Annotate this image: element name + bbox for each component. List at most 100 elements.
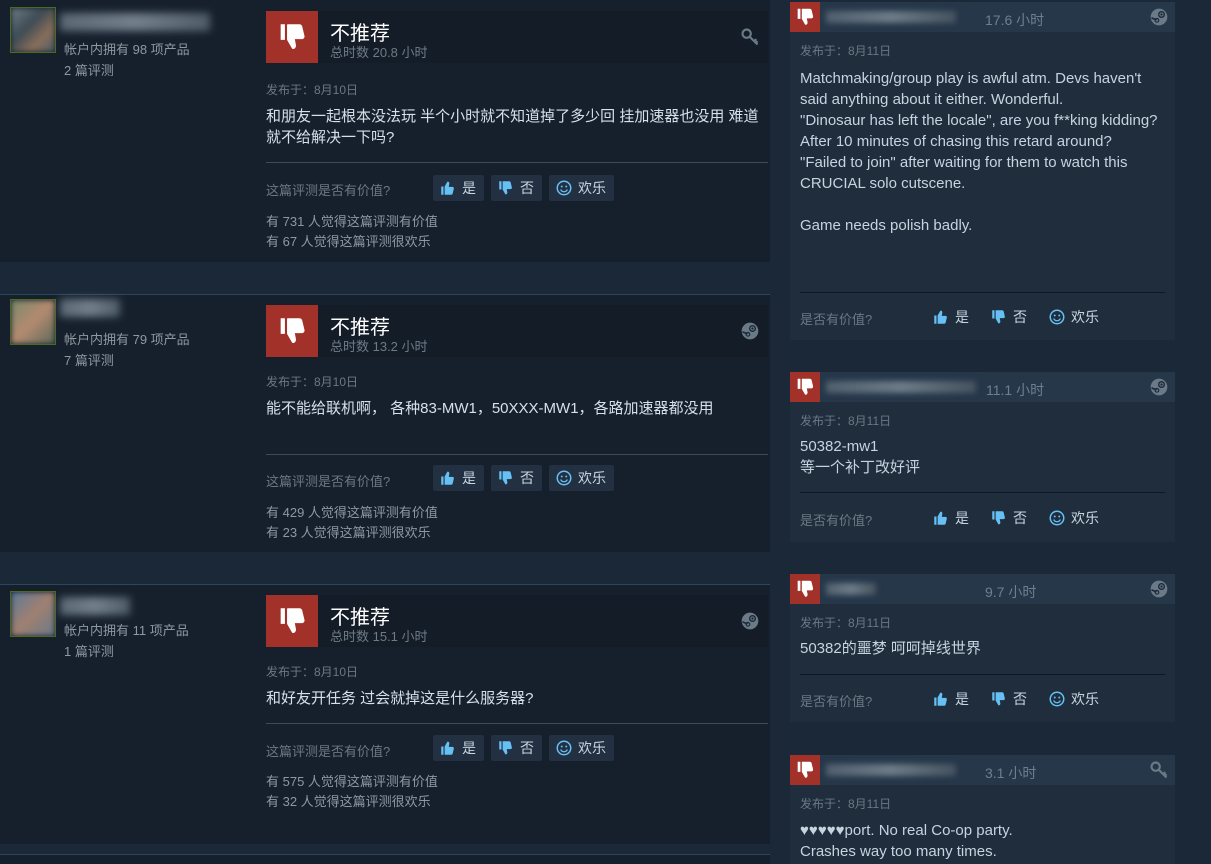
thumbs-down-icon	[990, 509, 1008, 527]
steam-icon	[740, 321, 760, 341]
reviewer-name[interactable]	[826, 381, 976, 393]
thumbs-up-icon	[439, 179, 457, 197]
vote-yes-button[interactable]: 是	[433, 465, 484, 491]
vote-funny-button[interactable]: 欢乐	[549, 465, 614, 491]
smiley-icon	[1048, 509, 1066, 527]
vote-funny-button[interactable]: 欢乐	[1048, 307, 1099, 327]
vote-no-button[interactable]: 否	[990, 689, 1027, 709]
hours-played: 3.1 小时	[985, 765, 1037, 781]
steam-icon	[1149, 579, 1169, 599]
posted-date: 发布于：8月11日	[800, 414, 892, 428]
hours-played: 17.6 小时	[985, 12, 1045, 28]
helpful-question: 这篇评测是否有价值?	[266, 474, 391, 489]
vote-counts: 有 575 人觉得这篇评测有价值 有 32 人觉得这篇评测很欢乐	[266, 772, 438, 812]
avatar[interactable]	[10, 7, 56, 53]
vote-no-label: 否	[520, 470, 534, 486]
vote-no-label: 否	[1013, 309, 1027, 325]
thumbs-down-icon	[497, 179, 515, 197]
vote-no-button[interactable]: 否	[491, 175, 542, 201]
review-header[interactable]: 11.1 小时	[790, 372, 1175, 402]
vote-yes-label: 是	[955, 691, 969, 707]
thumbs-down-icon	[266, 305, 318, 357]
vote-funny-button[interactable]: 欢乐	[549, 175, 614, 201]
vote-funny-label: 欢乐	[578, 470, 606, 486]
reviewer-name[interactable]	[826, 583, 876, 595]
posted-date: 发布于：8月10日	[266, 83, 359, 97]
review-card: 3.1 小时 发布于：8月11日 ♥♥♥♥♥port. No real Co-o…	[790, 755, 1175, 864]
review-text: 和好友开任务 过会就掉这是什么服务器?	[266, 690, 534, 707]
review-line: ♥♥♥♥♥port. No real Co-op party.	[800, 822, 1013, 839]
vote-funny-button[interactable]: 欢乐	[1048, 689, 1099, 709]
review-card: 帐户内拥有 11 项产品 1 篇评测 不推荐 总时数 15.1 小时 发布于：8…	[0, 584, 770, 844]
vote-yes-button[interactable]: 是	[932, 689, 969, 709]
review-count[interactable]: 2 篇评测	[64, 60, 114, 79]
vote-yes-button[interactable]: 是	[433, 735, 484, 761]
review-header[interactable]: 不推荐 总时数 20.8 小时	[266, 11, 768, 63]
review-text: 50382的噩梦 呵呵掉线世界	[800, 638, 1170, 659]
hours-played: 11.1 小时	[986, 382, 1045, 398]
vote-funny-button[interactable]: 欢乐	[549, 735, 614, 761]
reviewer-name[interactable]	[826, 11, 956, 23]
key-icon	[740, 27, 760, 47]
review-header[interactable]: 17.6 小时	[790, 2, 1175, 32]
thumbs-down-icon	[266, 595, 318, 647]
key-icon	[1149, 760, 1169, 780]
hours-played: 总时数 13.2 小时	[330, 339, 428, 354]
reviewer-name[interactable]	[60, 597, 130, 615]
smiley-icon	[1048, 690, 1066, 708]
review-header[interactable]: 不推荐 总时数 15.1 小时	[266, 595, 768, 647]
review-header[interactable]: 不推荐 总时数 13.2 小时	[266, 305, 768, 357]
helpful-count: 有 731 人觉得这篇评测有价值	[266, 214, 438, 229]
helpful-question: 这篇评测是否有价值?	[266, 183, 391, 198]
review-line: "Dinosaur has left the locale", are you …	[800, 112, 1158, 150]
thumbs-down-icon	[990, 690, 1008, 708]
thumbs-up-icon	[439, 739, 457, 757]
vote-no-button[interactable]: 否	[990, 508, 1027, 528]
review-count[interactable]: 7 篇评测	[64, 350, 114, 369]
review-count[interactable]: 1 篇评测	[64, 641, 114, 660]
divider	[266, 454, 768, 455]
thumbs-up-icon	[932, 308, 950, 326]
review-list-left: 帐户内拥有 98 项产品 2 篇评测 不推荐 总时数 20.8 小时 发布于：8…	[0, 0, 770, 864]
vote-funny-label: 欢乐	[1071, 691, 1099, 707]
vote-yes-button[interactable]: 是	[932, 508, 969, 528]
thumbs-down-icon	[790, 755, 820, 785]
posted-date: 发布于：8月11日	[800, 797, 892, 811]
divider	[266, 723, 768, 724]
thumbs-down-icon	[497, 739, 515, 757]
funny-count: 有 32 人觉得这篇评测很欢乐	[266, 794, 431, 809]
vote-no-button[interactable]: 否	[990, 307, 1027, 327]
vote-yes-button[interactable]: 是	[433, 175, 484, 201]
vote-yes-label: 是	[462, 740, 476, 756]
vote-yes-label: 是	[462, 180, 476, 196]
steam-icon	[1149, 377, 1169, 397]
smiley-icon	[555, 179, 573, 197]
vote-counts: 有 429 人觉得这篇评测有价值 有 23 人觉得这篇评测很欢乐	[266, 503, 438, 543]
vote-funny-button[interactable]: 欢乐	[1048, 508, 1099, 528]
review-header[interactable]: 3.1 小时	[790, 755, 1175, 785]
vote-yes-button[interactable]: 是	[932, 307, 969, 327]
review-list-right: 17.6 小时 发布于：8月11日 Matchmaking/group play…	[770, 0, 1211, 864]
owned-products: 帐户内拥有 98 项产品	[64, 42, 190, 57]
avatar[interactable]	[10, 591, 56, 637]
hours-played: 9.7 小时	[985, 584, 1037, 600]
vote-no-button[interactable]: 否	[491, 465, 542, 491]
reviewer-name[interactable]	[60, 13, 210, 31]
vote-no-button[interactable]: 否	[491, 735, 542, 761]
review-header[interactable]: 9.7 小时	[790, 574, 1175, 604]
posted-date: 发布于：8月10日	[266, 375, 359, 389]
posted-date: 发布于：8月11日	[800, 616, 892, 630]
avatar[interactable]	[10, 299, 56, 345]
hours-played: 总时数 20.8 小时	[330, 45, 428, 60]
reviewer-name[interactable]	[826, 764, 956, 776]
reviewer-info: 帐户内拥有 11 项产品 1 篇评测	[0, 585, 258, 844]
divider	[800, 492, 1165, 493]
divider	[800, 674, 1165, 675]
owned-products: 帐户内拥有 11 项产品	[64, 623, 189, 638]
review-line: Matchmaking/group play is awful atm. Dev…	[800, 70, 1142, 108]
review-text: ♥♥♥♥♥port. No real Co-op party. Crashes …	[800, 820, 1170, 862]
review-card: 帐户内拥有 79 项产品 7 篇评测 不推荐 总时数 13.2 小时 发布于：8…	[0, 294, 770, 552]
reviewer-name[interactable]	[60, 299, 120, 317]
review-text: 和朋友一起根本没法玩 半个小时就不知道掉了多少回 挂加速器也没用 难道就不给解决…	[266, 108, 759, 146]
